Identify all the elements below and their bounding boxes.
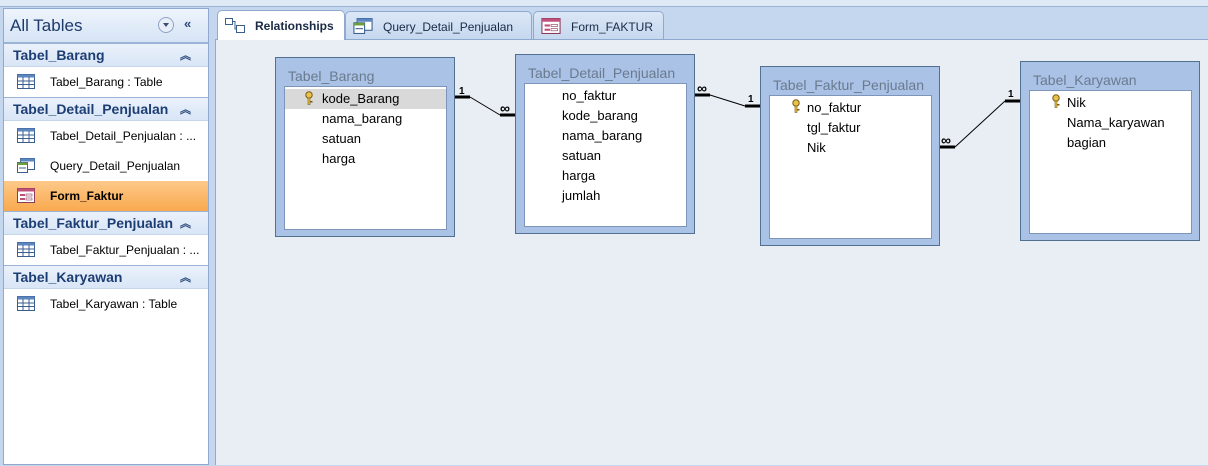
field-name[interactable]: bagian	[1067, 135, 1106, 150]
field-name[interactable]: no_faktur	[807, 100, 861, 115]
relationship-one-label: 1	[1008, 89, 1014, 100]
chevron-down-icon[interactable]	[158, 17, 174, 33]
primary-key-icon	[792, 99, 800, 113]
table-box-tabel-barang[interactable]: Tabel_Barang kode_Barang nama_barang sat…	[275, 57, 455, 237]
join-line	[469, 96, 501, 116]
group-title: Tabel_Faktur_Penjualan	[13, 215, 174, 231]
nav-item-tabel-barang-table[interactable]: Tabel_Barang : Table	[4, 67, 208, 97]
navigation-pane: All Tables « Tabel_Barang ︽ Tabel_Barang…	[3, 8, 209, 465]
field-list[interactable]: kode_Barang nama_barang satuan harga	[284, 86, 447, 230]
group-header-tabel-faktur-penjualan[interactable]: Tabel_Faktur_Penjualan ︽	[4, 211, 208, 235]
table-box-tabel-detail-penjualan[interactable]: Tabel_Detail_Penjualan no_faktur kode_ba…	[515, 54, 695, 234]
nav-title[interactable]: All Tables	[10, 16, 82, 36]
tab-label: Query_Detail_Penjualan	[383, 20, 514, 34]
tab-relationships[interactable]: Relationships	[217, 10, 345, 40]
table-box-tabel-faktur-penjualan[interactable]: Tabel_Faktur_Penjualan no_faktur tgl_fak…	[760, 66, 940, 246]
nav-item-label: Query_Detail_Penjualan	[50, 159, 181, 173]
ribbon-edge	[0, 0, 1208, 7]
field-name[interactable]: harga	[562, 168, 595, 183]
query-icon	[353, 18, 373, 34]
nav-item-form-faktur[interactable]: Form_Faktur	[4, 181, 208, 211]
field-name[interactable]: Nik	[1067, 95, 1086, 110]
join-line	[709, 94, 746, 107]
tab-form-faktur[interactable]: Form_FAKTUR	[533, 11, 664, 39]
chevron-up-icon[interactable]: ︽	[180, 47, 191, 63]
tab-label: Relationships	[255, 19, 334, 33]
table-box-tabel-karyawan[interactable]: Tabel_Karyawan Nik Nama_karyawan bagian	[1020, 61, 1200, 241]
nav-item-label: Tabel_Karyawan : Table	[50, 297, 178, 311]
primary-key-icon	[1052, 94, 1060, 108]
group-title: Tabel_Detail_Penjualan	[13, 101, 169, 117]
nav-header[interactable]: All Tables «	[4, 9, 208, 43]
relationships-icon	[225, 18, 245, 33]
field-name[interactable]: Nama_karyawan	[1067, 115, 1165, 130]
nav-item-tabel-karyawan-table[interactable]: Tabel_Karyawan : Table	[4, 289, 208, 319]
table-title[interactable]: Tabel_Barang	[288, 68, 374, 84]
chevron-up-icon[interactable]: ︽	[180, 269, 191, 285]
field-name[interactable]: kode_barang	[562, 108, 638, 123]
tab-label: Form_FAKTUR	[571, 20, 654, 34]
field-name[interactable]: nama_barang	[322, 111, 402, 126]
nav-item-tabel-detail-penjualan-table[interactable]: Tabel_Detail_Penjualan : ...	[4, 121, 208, 151]
group-header-tabel-detail-penjualan[interactable]: Tabel_Detail_Penjualan ︽	[4, 97, 208, 121]
document-tabs: Relationships Query_Detail_Penjualan For…	[215, 8, 1208, 40]
nav-item-label: Tabel_Barang : Table	[50, 75, 163, 89]
table-title[interactable]: Tabel_Faktur_Penjualan	[773, 77, 924, 93]
form-icon	[17, 188, 35, 203]
field-list[interactable]: Nik Nama_karyawan bagian	[1029, 90, 1192, 234]
table-title[interactable]: Tabel_Detail_Penjualan	[528, 65, 675, 81]
field-row-kode-barang[interactable]: kode_Barang	[285, 89, 446, 109]
table-icon	[17, 128, 35, 143]
relationship-one-label: 1	[748, 94, 754, 105]
field-name: kode_Barang	[322, 91, 400, 106]
relationship-many-label: ∞	[500, 100, 510, 116]
nav-item-tabel-faktur-penjualan-table[interactable]: Tabel_Faktur_Penjualan : ...	[4, 235, 208, 265]
nav-item-label: Tabel_Detail_Penjualan : ...	[50, 129, 197, 143]
tab-query-detail-penjualan[interactable]: Query_Detail_Penjualan	[345, 11, 532, 39]
collapse-pane-icon[interactable]: «	[184, 16, 191, 31]
query-icon	[17, 158, 35, 173]
field-name[interactable]: no_faktur	[562, 88, 616, 103]
access-window: All Tables « Tabel_Barang ︽ Tabel_Barang…	[0, 0, 1208, 465]
nav-item-label: Tabel_Faktur_Penjualan : ...	[50, 243, 200, 257]
group-title: Tabel_Karyawan	[13, 269, 123, 285]
chevron-up-icon[interactable]: ︽	[180, 215, 191, 231]
relationship-many-label: ∞	[941, 132, 951, 148]
join-line	[954, 100, 1006, 148]
primary-key-icon	[305, 91, 313, 105]
field-list[interactable]: no_faktur tgl_faktur Nik	[769, 95, 932, 239]
field-name[interactable]: tgl_faktur	[807, 120, 860, 135]
table-icon	[17, 242, 35, 257]
table-icon	[17, 296, 35, 311]
table-icon	[17, 74, 35, 89]
field-name[interactable]: harga	[322, 151, 355, 166]
field-list[interactable]: no_faktur kode_barang nama_barang satuan…	[524, 83, 687, 227]
group-title: Tabel_Barang	[13, 47, 105, 63]
field-name[interactable]: jumlah	[562, 188, 600, 203]
group-header-tabel-barang[interactable]: Tabel_Barang ︽	[4, 43, 208, 67]
form-icon	[541, 18, 561, 34]
field-name[interactable]: nama_barang	[562, 128, 642, 143]
field-name[interactable]: satuan	[562, 148, 601, 163]
field-name[interactable]: satuan	[322, 131, 361, 146]
nav-item-label: Form_Faktur	[50, 189, 124, 203]
field-name[interactable]: Nik	[807, 140, 826, 155]
table-title[interactable]: Tabel_Karyawan	[1033, 72, 1137, 88]
relationships-canvas[interactable]: 1 ∞ ∞ 1 ∞ 1 Tabel_Barang kode_Barang nam…	[215, 39, 1208, 465]
chevron-up-icon[interactable]: ︽	[180, 101, 191, 117]
nav-item-query-detail-penjualan[interactable]: Query_Detail_Penjualan	[4, 151, 208, 181]
group-header-tabel-karyawan[interactable]: Tabel_Karyawan ︽	[4, 265, 208, 289]
relationship-many-label: ∞	[697, 80, 707, 96]
relationship-one-label: 1	[459, 86, 465, 97]
